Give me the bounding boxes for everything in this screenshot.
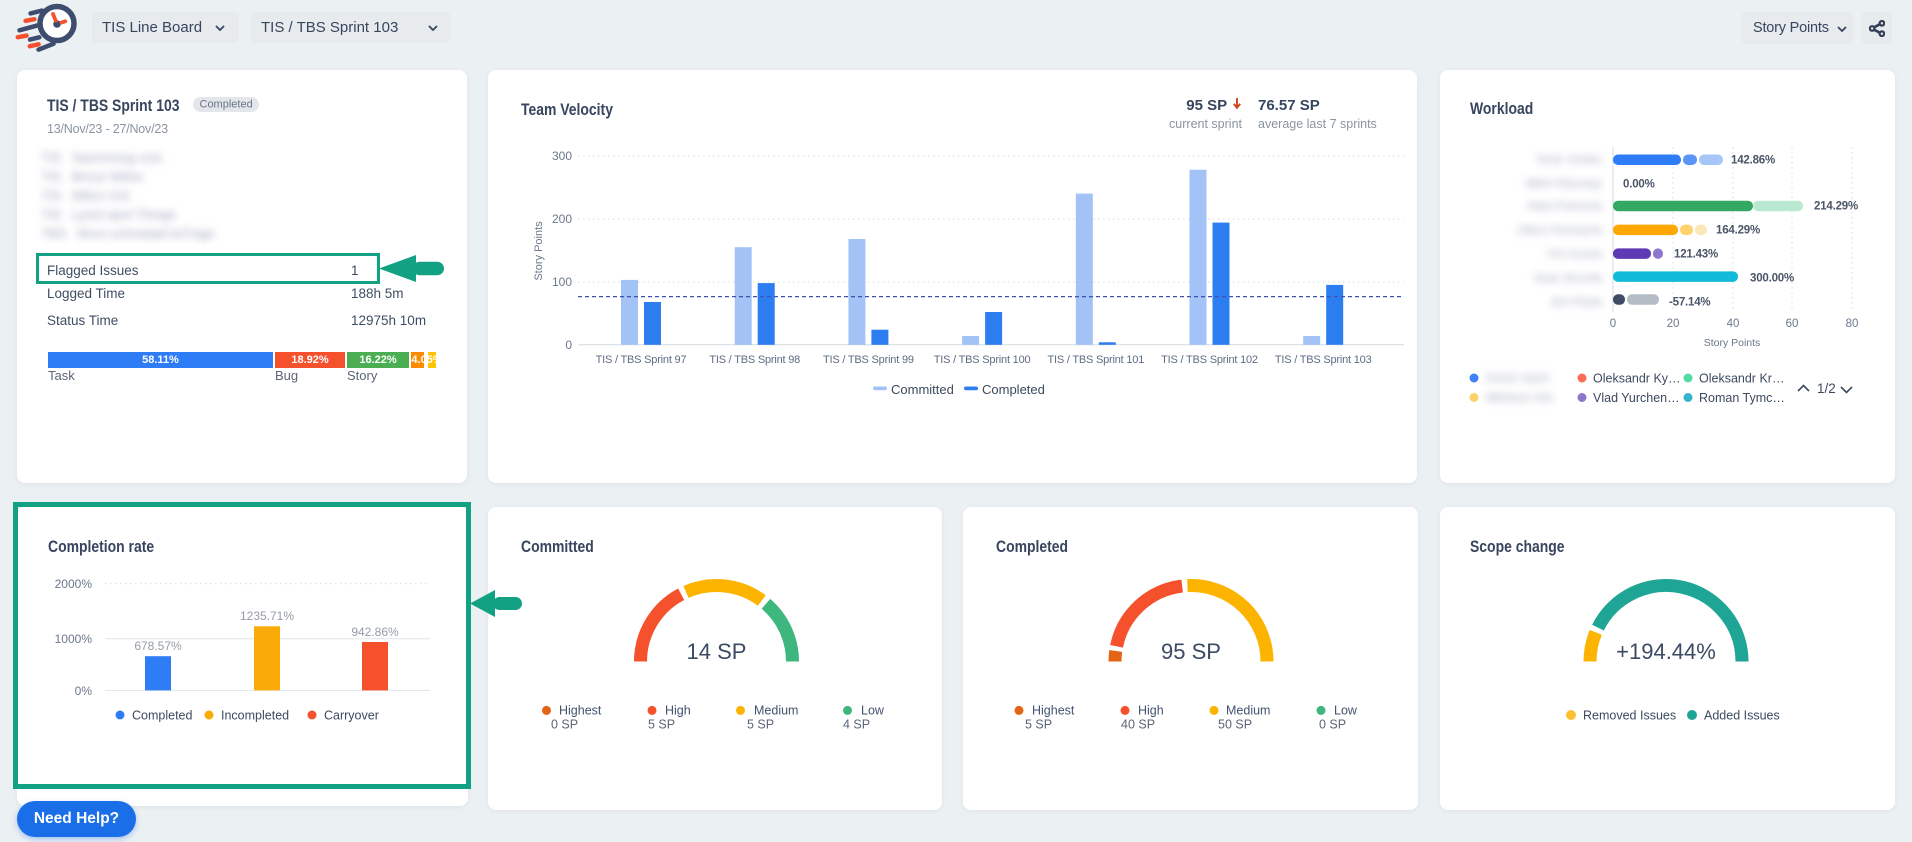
svg-text:100: 100	[552, 275, 572, 289]
svg-text:Story Points: Story Points	[533, 221, 545, 281]
svg-text:Roman Tymc…: Roman Tymc…	[1699, 391, 1785, 405]
svg-text:Andr Shvchk: Andr Shvchk	[1534, 271, 1603, 285]
svg-text:Highest: Highest	[1032, 704, 1075, 718]
svg-text:TIS / TBS Sprint 100: TIS / TBS Sprint 100	[934, 354, 1031, 366]
svg-text:142.86%: 142.86%	[1731, 155, 1775, 167]
svg-text:Completed: Completed	[982, 382, 1045, 397]
svg-text:20: 20	[1667, 318, 1680, 330]
svg-text:Committed: Committed	[891, 382, 954, 397]
svg-text:Mkhlesh Hrb: Mkhlesh Hrb	[1486, 391, 1554, 405]
svg-text:Low: Low	[1334, 704, 1358, 718]
svg-text:0: 0	[1610, 318, 1616, 330]
svg-text:Vldsl Pshchnk: Vldsl Pshchnk	[1527, 199, 1603, 213]
svg-text:Olksn Hncharvk: Olksn Hncharvk	[1517, 223, 1603, 237]
svg-text:+194.44%: +194.44%	[1616, 639, 1716, 664]
svg-text:60: 60	[1786, 318, 1799, 330]
svg-text:Vlad Yurchen…: Vlad Yurchen…	[1593, 391, 1680, 405]
svg-text:Oleksandr Ky…: Oleksandr Ky…	[1593, 372, 1681, 386]
svg-text:Srh Plshk: Srh Plshk	[1551, 295, 1603, 309]
svg-text:Mkhl Hrbnnkyi: Mkhl Hrbnnkyi	[1526, 177, 1602, 191]
svg-text:Story Points: Story Points	[1704, 337, 1761, 349]
svg-text:95 SP: 95 SP	[1161, 639, 1221, 664]
svg-text:40 SP: 40 SP	[1121, 718, 1155, 732]
svg-text:Highest: Highest	[559, 704, 602, 718]
svg-text:Medium: Medium	[1226, 704, 1270, 718]
svg-text:214.29%: 214.29%	[1814, 201, 1858, 213]
svg-text:121.43%: 121.43%	[1674, 249, 1718, 261]
svg-text:164.29%: 164.29%	[1716, 225, 1760, 237]
svg-text:40: 40	[1727, 318, 1740, 330]
svg-text:Removed Issues: Removed Issues	[1583, 709, 1676, 723]
svg-text:300: 300	[552, 149, 572, 163]
svg-text:200: 200	[552, 212, 572, 226]
svg-text:0: 0	[565, 338, 572, 352]
svg-text:TIS / TBS Sprint 102: TIS / TBS Sprint 102	[1161, 354, 1258, 366]
svg-text:300.00%: 300.00%	[1750, 273, 1794, 285]
svg-text:TIS / TBS Sprint 98: TIS / TBS Sprint 98	[709, 354, 800, 366]
svg-text:5 SP: 5 SP	[747, 718, 774, 732]
svg-text:0 SP: 0 SP	[1319, 718, 1346, 732]
svg-text:TIS / TBS Sprint 97: TIS / TBS Sprint 97	[596, 354, 687, 366]
svg-text:TIS / TBS Sprint 101: TIS / TBS Sprint 101	[1047, 354, 1144, 366]
svg-text:50 SP: 50 SP	[1218, 718, 1252, 732]
svg-text:5 SP: 5 SP	[1025, 718, 1052, 732]
svg-text:1/2: 1/2	[1817, 381, 1836, 396]
svg-text:High: High	[1138, 704, 1164, 718]
svg-text:0.00%: 0.00%	[1623, 179, 1655, 191]
svg-text:80: 80	[1846, 318, 1859, 330]
svg-text:Dmtrii Valch: Dmtrii Valch	[1486, 371, 1550, 385]
svg-text:Added Issues: Added Issues	[1704, 709, 1780, 723]
svg-text:Yrh Krvlnk: Yrh Krvlnk	[1547, 247, 1603, 261]
svg-text:5 SP: 5 SP	[648, 718, 675, 732]
svg-text:0 SP: 0 SP	[551, 718, 578, 732]
svg-text:Dmtr Vlchkv: Dmtr Vlchkv	[1537, 153, 1602, 167]
svg-text:Medium: Medium	[754, 704, 798, 718]
svg-text:Oleksandr Kr…: Oleksandr Kr…	[1699, 372, 1784, 386]
svg-text:High: High	[665, 704, 691, 718]
svg-text:TIS / TBS Sprint 99: TIS / TBS Sprint 99	[823, 354, 914, 366]
svg-text:-57.14%: -57.14%	[1669, 297, 1710, 309]
svg-text:Low: Low	[861, 704, 885, 718]
svg-text:TIS / TBS Sprint 103: TIS / TBS Sprint 103	[1275, 354, 1372, 366]
svg-text:4 SP: 4 SP	[843, 718, 870, 732]
svg-text:14 SP: 14 SP	[687, 639, 747, 664]
